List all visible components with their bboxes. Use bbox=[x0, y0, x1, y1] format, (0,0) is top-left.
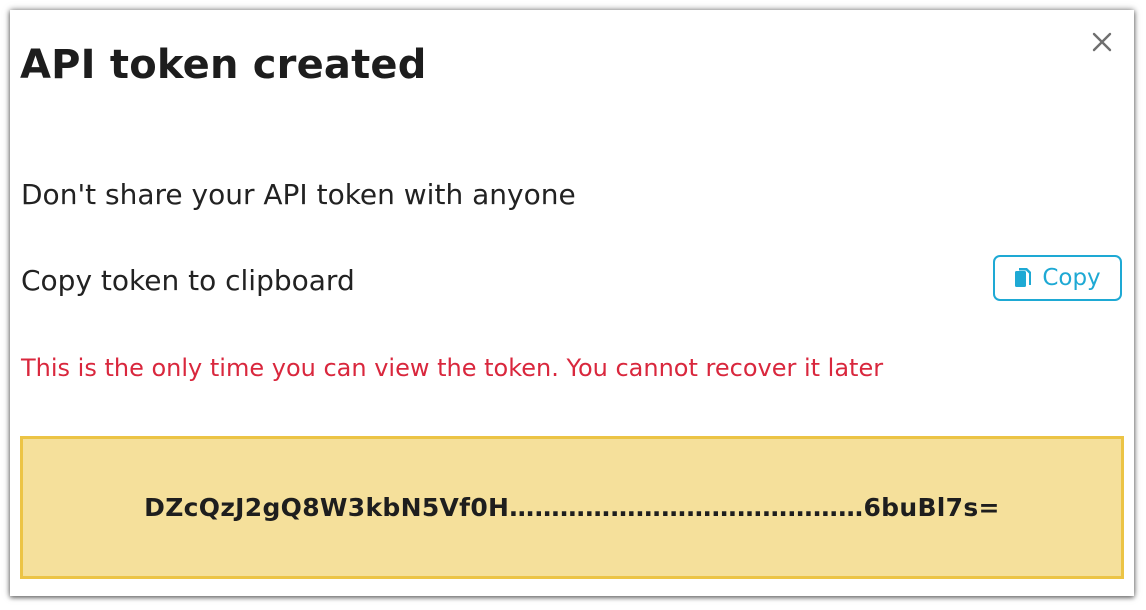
copy-icon bbox=[1014, 267, 1032, 289]
copy-token-label: Copy token to clipboard bbox=[21, 264, 355, 297]
token-value: DZcQzJ2gQ8W3kbN5Vf0H……………………………………6buBl7… bbox=[144, 493, 1000, 522]
token-display: DZcQzJ2gQ8W3kbN5Vf0H……………………………………6buBl7… bbox=[20, 436, 1124, 579]
dialog-title: API token created bbox=[20, 42, 427, 88]
api-token-dialog: API token created Don't share your API t… bbox=[10, 10, 1134, 596]
share-notice: Don't share your API token with anyone bbox=[21, 178, 576, 211]
close-icon[interactable] bbox=[1090, 30, 1114, 54]
warning-message: This is the only time you can view the t… bbox=[21, 354, 884, 382]
copy-button[interactable]: Copy bbox=[993, 255, 1122, 301]
copy-button-label: Copy bbox=[1042, 265, 1101, 291]
